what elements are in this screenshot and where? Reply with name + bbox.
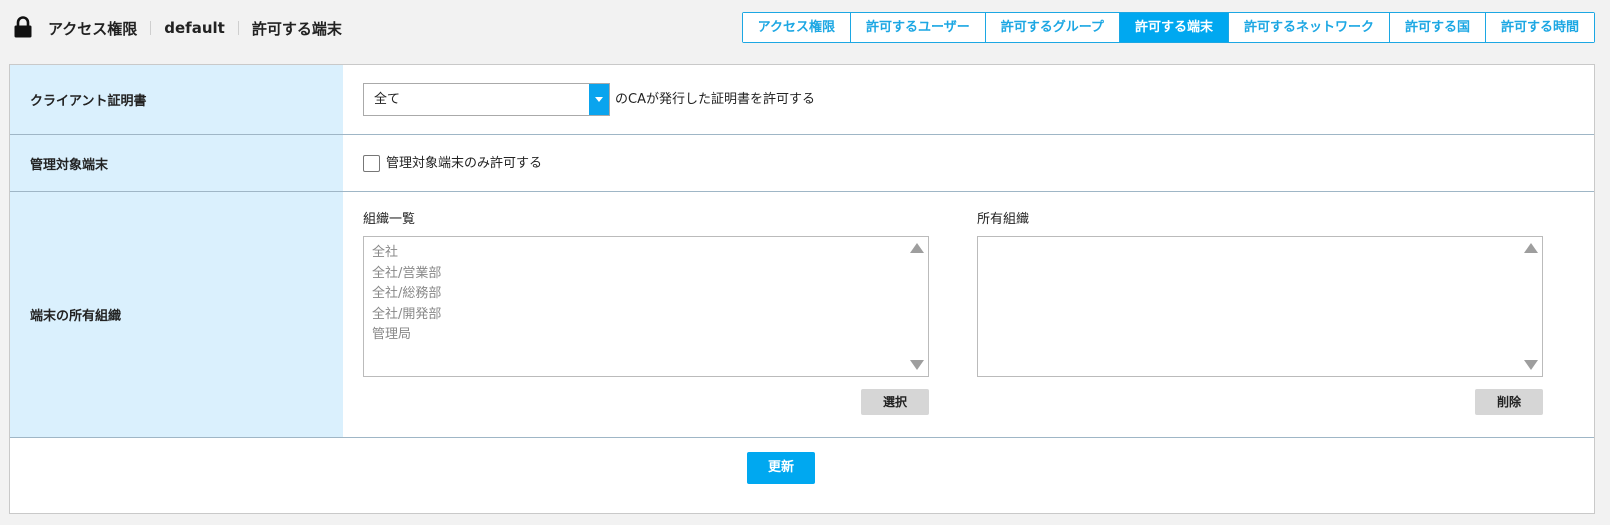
list-item[interactable]: 管理局 bbox=[372, 325, 441, 346]
scroll-down-icon[interactable] bbox=[910, 360, 924, 370]
tab-countries[interactable]: 許可する国 bbox=[1388, 13, 1485, 42]
tab-times[interactable]: 許可する時間 bbox=[1484, 13, 1594, 42]
select-button[interactable]: 選択 bbox=[861, 389, 929, 415]
client-cert-label: クライアント証明書 bbox=[10, 65, 343, 134]
update-button[interactable]: 更新 bbox=[747, 452, 815, 484]
org-body: 組織一覧 全社 全社/営業部 全社/総務部 全社/開発部 管理局 選択 所有組織… bbox=[343, 192, 1594, 437]
tab-groups[interactable]: 許可するグループ bbox=[984, 13, 1119, 42]
managed-body: 管理対象端末のみ許可する bbox=[343, 135, 1594, 191]
breadcrumb-divider bbox=[150, 21, 152, 35]
chevron-down-icon[interactable] bbox=[589, 84, 609, 115]
list-item[interactable]: 全社 bbox=[372, 243, 441, 264]
available-orgs-list[interactable]: 全社 全社/営業部 全社/総務部 全社/開発部 管理局 bbox=[363, 236, 929, 377]
managed-only-label[interactable]: 管理対象端末のみ許可する bbox=[386, 153, 542, 174]
tab-networks[interactable]: 許可するネットワーク bbox=[1227, 13, 1389, 42]
ca-select-suffix: のCAが発行した証明書を許可する bbox=[615, 92, 815, 107]
breadcrumb-default[interactable]: default bbox=[164, 19, 225, 37]
org-label: 端末の所有組織 bbox=[10, 192, 343, 437]
remove-button[interactable]: 削除 bbox=[1475, 389, 1543, 415]
breadcrumb-current: 許可する端末 bbox=[251, 19, 342, 38]
row-org: 端末の所有組織 組織一覧 全社 全社/営業部 全社/総務部 全社/開発部 管理局… bbox=[10, 192, 1594, 438]
tab-users[interactable]: 許可するユーザー bbox=[849, 13, 985, 42]
list-item[interactable]: 全社/総務部 bbox=[372, 284, 441, 305]
row-client-cert: クライアント証明書 全て のCAが発行した証明書を許可する bbox=[10, 65, 1594, 135]
tab-bar: アクセス権限 許可するユーザー 許可するグループ 許可する端末 許可するネットワ… bbox=[741, 12, 1595, 43]
list-item[interactable]: 全社/営業部 bbox=[372, 264, 441, 285]
lock-icon bbox=[14, 16, 32, 38]
client-cert-body: 全て のCAが発行した証明書を許可する bbox=[343, 65, 1594, 134]
settings-panel: クライアント証明書 全て のCAが発行した証明書を許可する 管理対象端末 管理対… bbox=[9, 64, 1595, 514]
breadcrumb: アクセス権限 default 許可する端末 bbox=[48, 17, 342, 39]
managed-label: 管理対象端末 bbox=[10, 135, 343, 191]
ca-select-value: 全て bbox=[374, 92, 401, 107]
breadcrumb-divider bbox=[237, 21, 239, 35]
owned-orgs-list[interactable] bbox=[977, 236, 1543, 377]
scroll-up-icon[interactable] bbox=[1524, 243, 1538, 253]
list-item[interactable]: 全社/開発部 bbox=[372, 305, 441, 326]
available-orgs-items: 全社 全社/営業部 全社/総務部 全社/開発部 管理局 bbox=[372, 243, 441, 346]
owned-orgs-title: 所有組織 bbox=[977, 212, 1030, 227]
managed-only-checkbox[interactable] bbox=[363, 155, 380, 172]
available-orgs-title: 組織一覧 bbox=[363, 212, 416, 227]
row-managed: 管理対象端末 管理対象端末のみ許可する bbox=[10, 135, 1594, 192]
scroll-down-icon[interactable] bbox=[1524, 360, 1538, 370]
breadcrumb-access[interactable]: アクセス権限 bbox=[48, 18, 137, 39]
ca-select[interactable]: 全て bbox=[363, 83, 610, 116]
tab-devices[interactable]: 許可する端末 bbox=[1118, 13, 1228, 42]
page-header: アクセス権限 default 許可する端末 アクセス権限 許可するユーザー 許可… bbox=[0, 0, 1610, 56]
tab-access[interactable]: アクセス権限 bbox=[742, 13, 850, 42]
scroll-up-icon[interactable] bbox=[910, 243, 924, 253]
